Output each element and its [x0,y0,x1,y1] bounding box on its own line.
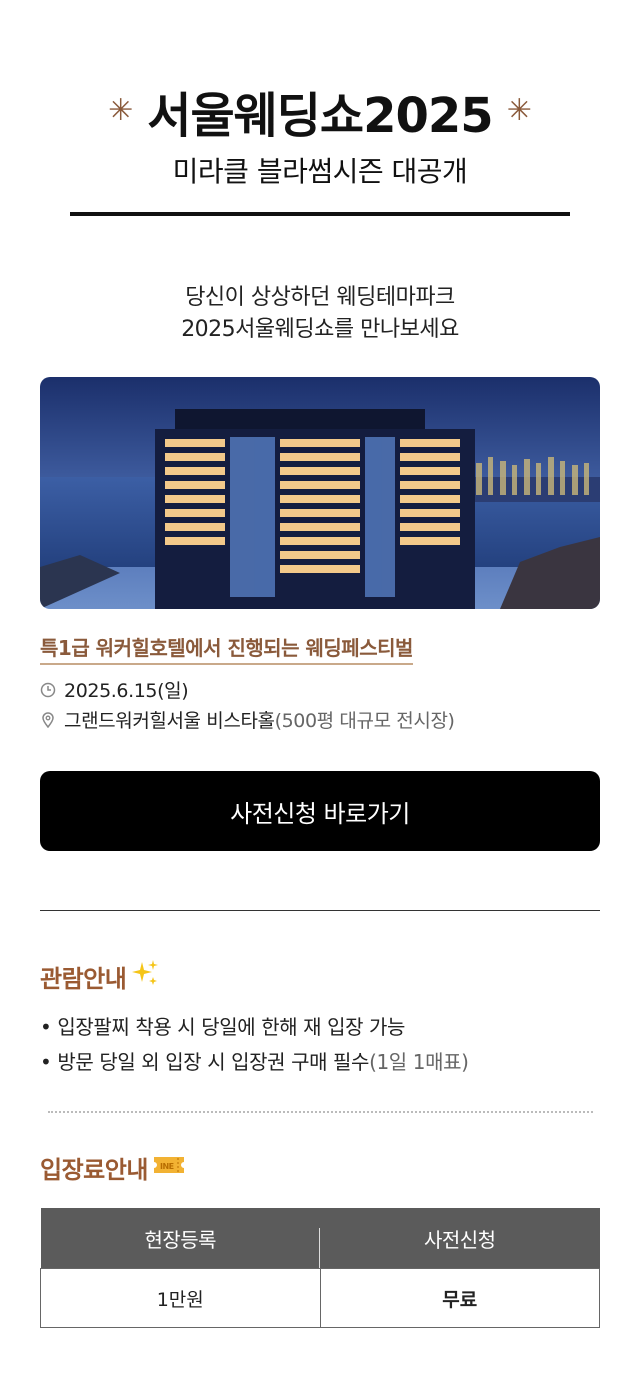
section-divider [40,910,600,911]
page-title: 서울웨딩쇼2025 [147,88,493,144]
fee-info-title: 입장료안내 INE [40,1150,186,1185]
svg-text:INE: INE [160,1162,174,1171]
asterisk-right-icon: ✳ [506,93,532,128]
event-venue-row: 그랜드워커힐서울 비스타홀 (500평 대규모 전시장) [40,706,455,733]
title-divider [70,212,570,216]
pre-registration-button[interactable]: 사전신청 바로가기 [40,771,600,851]
onsite-fee: 1만원 [40,1268,321,1328]
clock-icon [40,682,56,698]
location-pin-icon [40,711,56,728]
viewing-info-title: 관람안내 [40,958,160,994]
fee-info-heading: 입장료안내 [40,1156,148,1184]
column-header-onsite: 현장등록 [40,1208,320,1269]
dotted-divider [48,1111,593,1113]
preregistration-fee: 무료 [319,1268,600,1328]
asterisk-left-icon: ✳ [108,93,134,128]
event-date-row: 2025.6.15(일) [40,676,189,703]
fee-table: 현장등록 사전신청 1만원 무료 [40,1208,600,1328]
event-tagline: 특1급 워커힐호텔에서 진행되는 웨딩페스티벌 [40,632,413,665]
viewing-info-heading: 관람안내 [40,964,127,993]
viewing-info-list: 입장팔찌 착용 시 당일에 한해 재 입장 가능 방문 당일 외 입장 시 입장… [40,1010,469,1080]
hotel-hero-image [40,377,600,609]
intro-text: 당신이 상상하던 웨딩테마파크 2025서울웨딩쇼를 만나보세요 [0,282,640,346]
event-date: 2025.6.15(일) [64,680,189,702]
event-venue: 그랜드워커힐서울 비스타홀 [64,710,275,732]
column-header-preregistration: 사전신청 [320,1208,600,1269]
list-item: 입장팔찌 착용 시 당일에 한해 재 입장 가능 [40,1010,468,1045]
sparkles-icon [130,958,160,994]
table-row: 1만원 무료 [40,1268,600,1328]
table-header-row: 현장등록 사전신청 [40,1208,600,1269]
page-title-row: ✳ 서울웨딩쇼2025 ✳ [0,78,640,144]
list-item: 방문 당일 외 입장 시 입장권 구매 필수(1일 1매표) [40,1045,469,1080]
ticket-icon: INE [152,1152,186,1184]
intro-line-1: 당신이 상상하던 웨딩테마파크 [185,285,455,310]
event-venue-detail: (500평 대규모 전시장) [274,710,455,732]
intro-line-2: 2025서울웨딩쇼를 만나보세요 [181,317,459,342]
page-subtitle: 미라클 블라썸시즌 대공개 [172,155,468,188]
